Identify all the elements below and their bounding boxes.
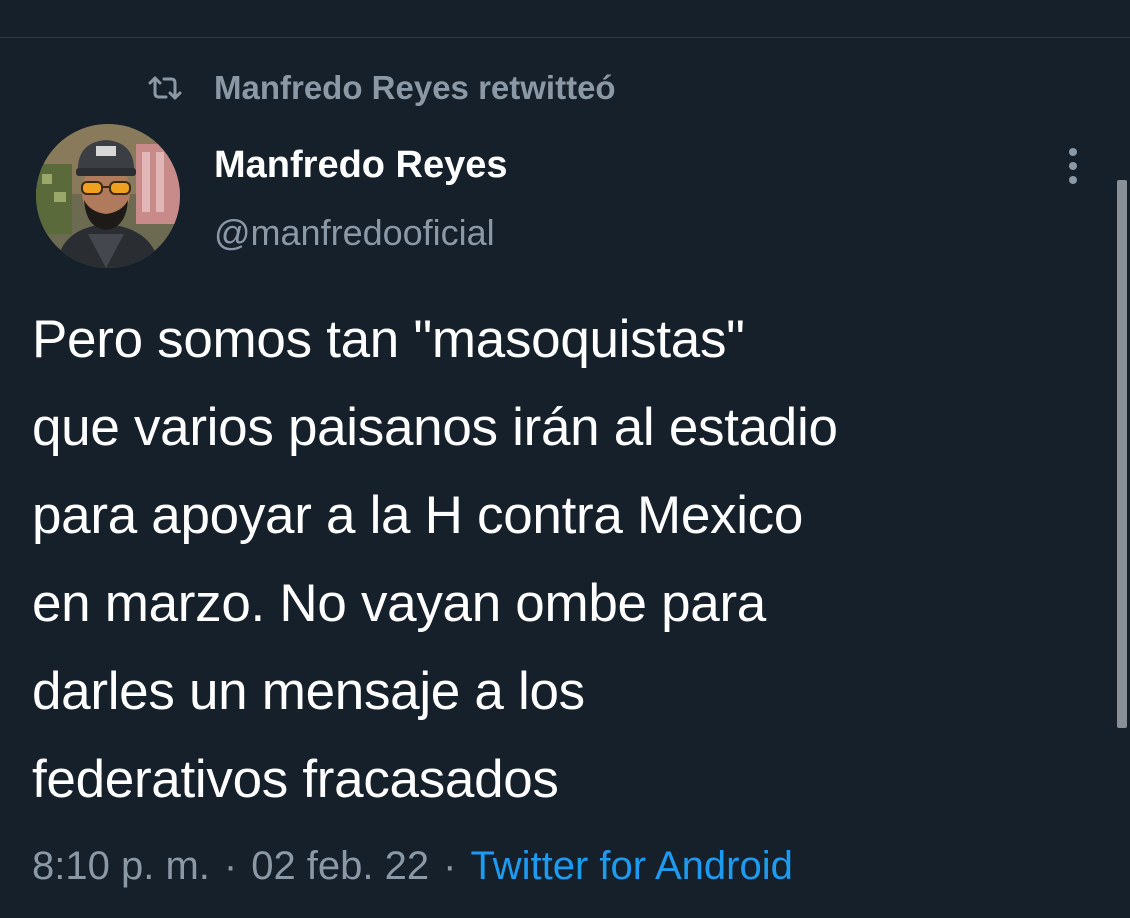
meta-separator: ·: [443, 843, 457, 888]
tweet-text-line: para apoyar a la H contra Mexico: [32, 486, 804, 545]
tweet-text-line: que varios paisanos irán al estadio: [32, 398, 838, 457]
tweet-date[interactable]: 02 feb. 22: [251, 844, 429, 889]
tweet-text-line: federativos fracasados: [32, 750, 559, 809]
tweet-text-line: darles un mensaje a los: [32, 662, 585, 721]
scrollbar[interactable]: [1117, 180, 1127, 728]
tweet-source-link[interactable]: Twitter for Android: [470, 844, 792, 889]
tweet-text: Pero somos tan "masoquistas" que varios …: [32, 296, 1112, 824]
tweet-text-line: en marzo. No vayan ombe para: [32, 574, 766, 633]
top-divider: [0, 37, 1130, 38]
tweet-text-line: Pero somos tan "masoquistas": [32, 310, 745, 369]
tweet-metadata: 8:10 p. m. · 02 feb. 22 · Twitter for An…: [32, 840, 793, 892]
tweet-time[interactable]: 8:10 p. m.: [32, 844, 210, 889]
retweet-icon: [146, 73, 184, 103]
avatar[interactable]: [36, 124, 180, 268]
meta-separator: ·: [223, 843, 238, 888]
more-options-button[interactable]: [1058, 146, 1088, 190]
author-display-name[interactable]: Manfredo Reyes: [214, 144, 508, 187]
author-handle[interactable]: @manfredooficial: [214, 212, 495, 254]
retweet-label[interactable]: Manfredo Reyes retwitteó: [214, 69, 616, 107]
more-vertical-icon: [1067, 146, 1079, 191]
retweet-context: Manfredo Reyes retwitteó: [146, 68, 616, 108]
